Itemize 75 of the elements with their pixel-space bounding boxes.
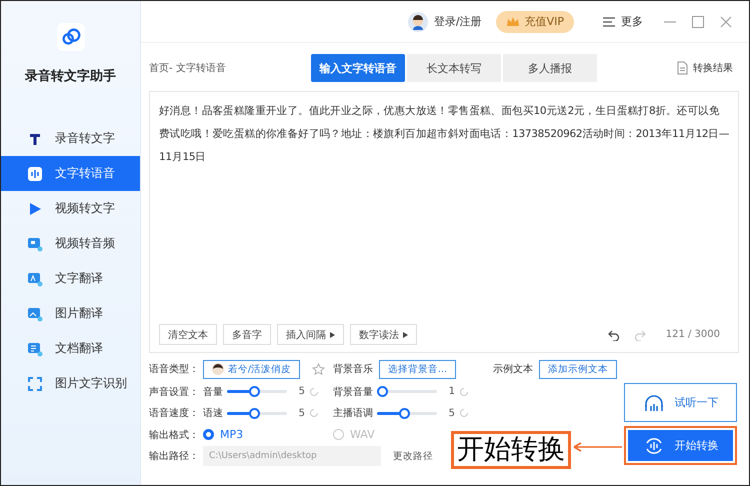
text-editor[interactable]: 好消息！品客蛋糕隆重开业了。值此开业之际，优惠大放送！零售蛋糕、面包买10元送2元，生日蛋糕打8折。还可以免费试吃哦！爱吃蛋糕的你准备好了吗？地址：楼旗利百加超市斜对面电话：13738520962活动时间：2013年11月12日—11月15日 清空文本 多音字 插入间隔 数字读法 121 / 3000	[149, 91, 739, 353]
field-label: 背景音乐	[333, 362, 373, 376]
field-label: 输出路径：	[149, 450, 200, 464]
slider-thumb[interactable]	[249, 386, 260, 398]
field-label: 语音类型：	[149, 362, 200, 376]
slider-label: 背景音量	[333, 386, 373, 399]
document-icon	[675, 61, 689, 75]
slider-value: 5	[298, 386, 305, 398]
tool-button[interactable]: 多音字	[223, 324, 271, 345]
headphones-icon	[642, 392, 664, 412]
play-icon	[27, 200, 43, 216]
screen-icon	[27, 306, 43, 322]
sidebar-item[interactable]: 文字翻译	[1, 261, 140, 296]
breadcrumb: 首页- 文字转语音	[149, 62, 227, 75]
slider-label: 音量	[203, 386, 223, 399]
vip-button[interactable]: 充值VIP	[496, 10, 574, 32]
tab[interactable]: 长文本转写	[407, 54, 501, 82]
preview-button[interactable]: 试听一下	[624, 383, 737, 422]
sidebar-item[interactable]: 图片文字识别	[1, 366, 140, 401]
waveform-icon	[27, 166, 43, 182]
maximize-icon[interactable]	[691, 14, 705, 28]
slider-thumb[interactable]	[249, 408, 260, 419]
tab[interactable]: 多人播报	[503, 54, 597, 82]
reset-icon[interactable]	[459, 408, 469, 418]
more-menu-button[interactable]: 更多	[596, 13, 649, 30]
change-path-link[interactable]: 更改路径	[393, 450, 433, 463]
result-link[interactable]: 转换结果	[669, 60, 739, 76]
sample-text-button[interactable]: 添加示例文本	[539, 360, 617, 378]
scan-icon	[27, 376, 43, 392]
sidebar-item[interactable]: 图片翻译	[1, 296, 140, 331]
slider-thumb[interactable]	[377, 386, 388, 398]
leader-line	[573, 441, 623, 453]
slider-value: 1	[448, 386, 455, 398]
slider-value: 5	[298, 408, 305, 419]
slider-label: 语速	[203, 406, 223, 420]
reset-icon[interactable]	[459, 386, 469, 397]
tool-button[interactable]: 清空文本	[159, 324, 217, 345]
reset-icon[interactable]	[309, 408, 319, 418]
reset-icon[interactable]	[309, 386, 319, 397]
radio-option[interactable]: MP3	[203, 428, 244, 442]
field-label: 输出格式：	[149, 428, 200, 442]
voice-button[interactable]: 若兮/活泼俏皮	[203, 360, 300, 378]
avatar-icon	[212, 363, 224, 375]
field-label: 语音速度：	[149, 406, 200, 420]
sidebar-item[interactable]: 文档翻译	[1, 331, 140, 366]
sidebar-item[interactable]: 文字转语音	[1, 156, 140, 191]
avatar-icon	[408, 12, 428, 32]
tab[interactable]: 输入文字转语音	[311, 54, 405, 82]
character-counter: 121 / 3000	[666, 329, 720, 340]
background-music-button[interactable]: 选择背景音...	[379, 360, 456, 378]
field-label: 声音设置：	[149, 386, 200, 399]
tool-button[interactable]: 插入间隔	[277, 324, 344, 345]
caret-icon	[330, 332, 335, 338]
annotation-label: 开始转换	[451, 431, 571, 469]
tool-button[interactable]: 数字读法	[350, 324, 417, 345]
slider-value: 5	[448, 408, 455, 419]
sidebar-item[interactable]: 视频转文字	[1, 191, 140, 226]
slider-thumb[interactable]	[399, 408, 410, 419]
start-button[interactable]: 开始转换	[624, 426, 737, 465]
undo-icon[interactable]	[608, 328, 620, 340]
star-icon[interactable]	[312, 362, 325, 376]
menu-icon	[602, 14, 616, 28]
editor-text: 好消息！品客蛋糕隆重开业了。值此开业之际，优惠大放送！零售蛋糕、面包买10元送2元，生日蛋糕打8折。还可以免费试吃哦！爱吃蛋糕的你准备好了吗？地址：楼旗利百加超市斜对面电话：13738520962活动时间：2013年11月12日—11月15日	[159, 104, 730, 165]
screen-icon	[27, 340, 43, 356]
slider-label: 主播语调	[333, 406, 373, 420]
screen-icon	[27, 236, 43, 252]
login-link[interactable]: 登录/注册	[434, 14, 482, 29]
sidebar-item[interactable]: 视频转音频	[1, 226, 140, 261]
sidebar-item[interactable]: 录音转文字	[1, 121, 140, 156]
caret-icon	[403, 332, 408, 338]
app-name: 录音转文字助手	[24, 68, 117, 85]
close-icon[interactable]	[719, 14, 733, 28]
screen-icon	[27, 270, 43, 286]
crown-icon	[506, 14, 520, 28]
field-label: 示例文本	[493, 362, 533, 376]
